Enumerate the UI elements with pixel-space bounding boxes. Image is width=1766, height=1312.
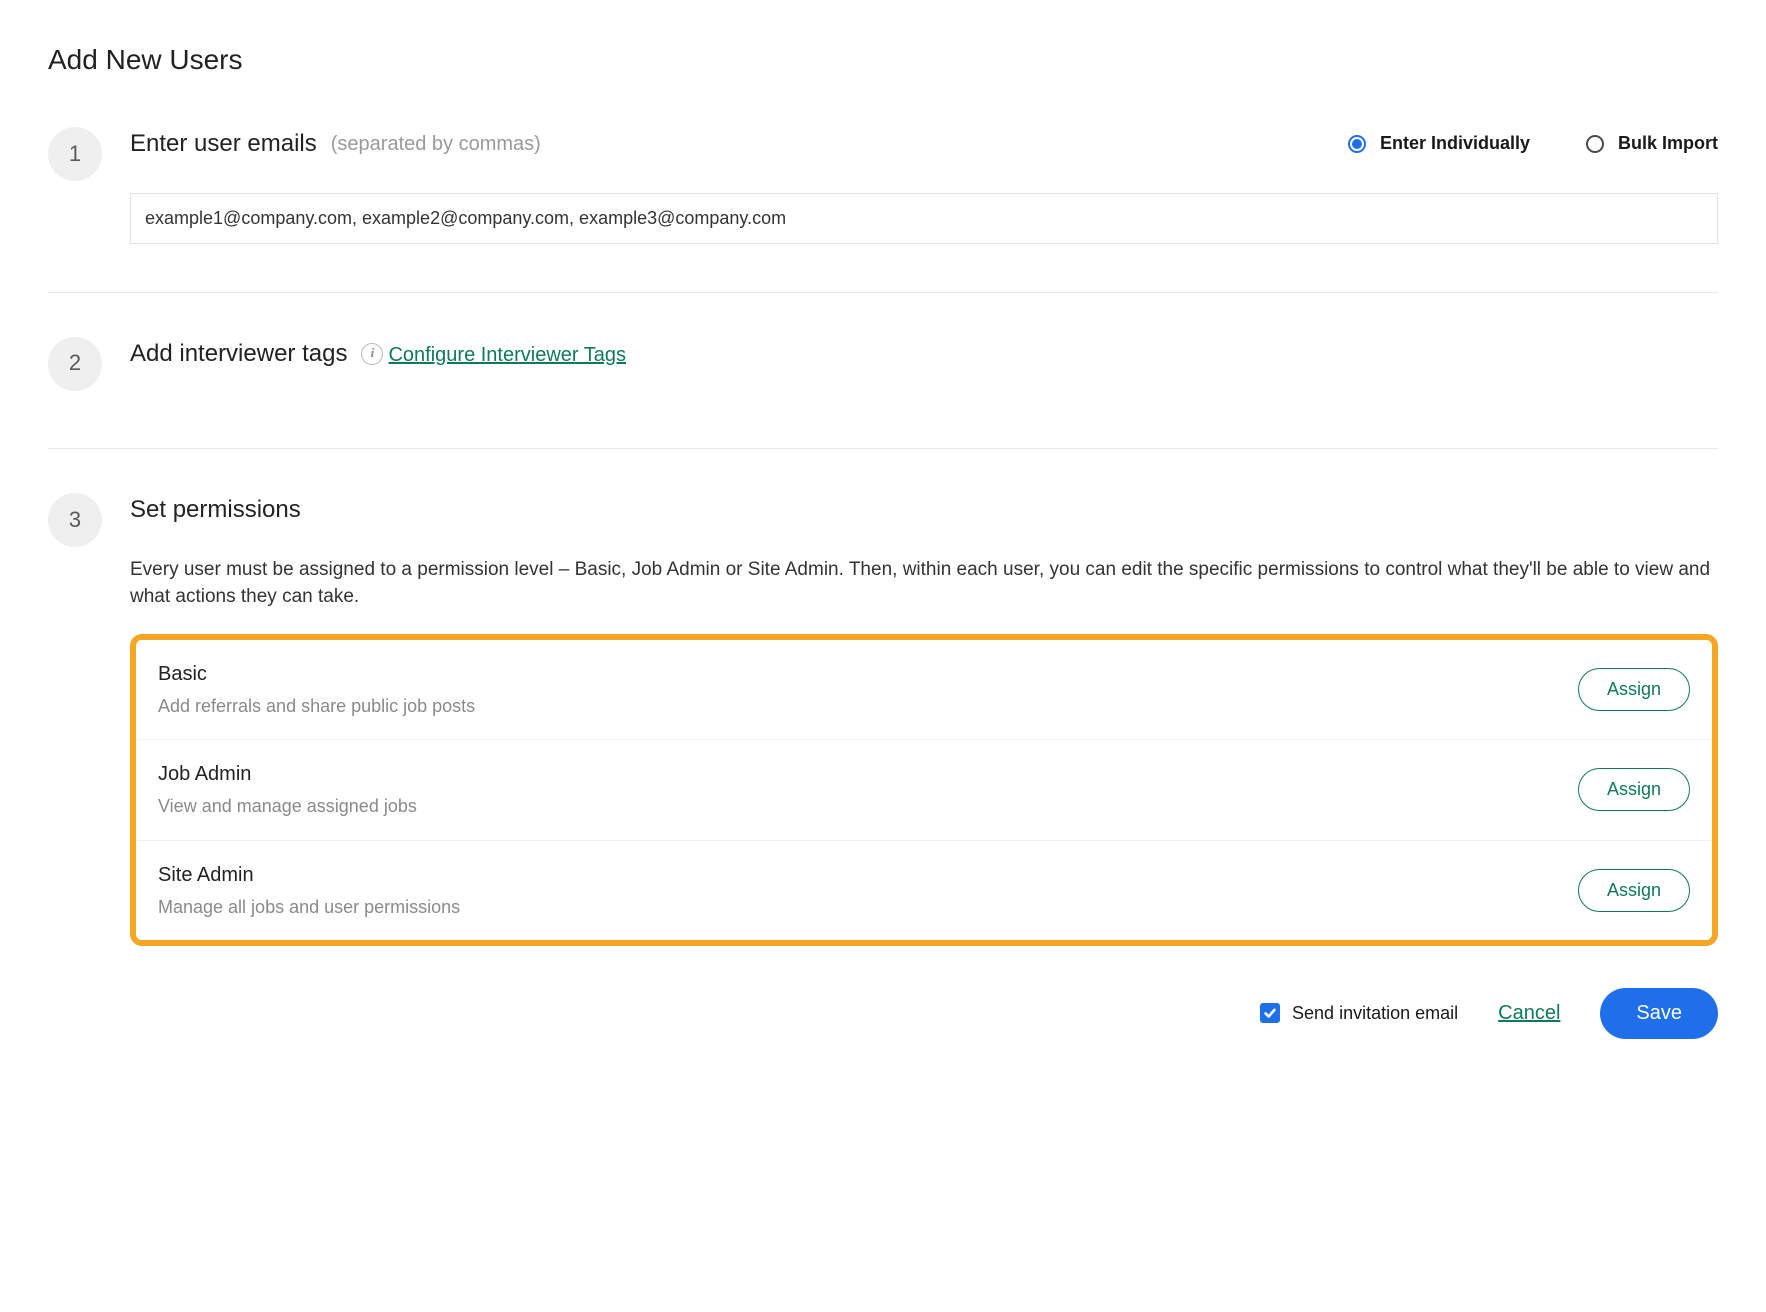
step-1-hint: (separated by commas) [331, 130, 541, 158]
footer-actions: Send invitation email Cancel Save [130, 946, 1718, 1039]
step-3-title: Set permissions [130, 493, 301, 527]
step-set-permissions: 3 Set permissions Every user must be ass… [48, 493, 1718, 1038]
permission-name: Job Admin [158, 760, 417, 788]
permission-desc: Add referrals and share public job posts [158, 694, 475, 719]
step-2-title: Add interviewer tags i [130, 337, 383, 371]
checkbox-checked-icon [1260, 1003, 1280, 1023]
step-number-3: 3 [48, 493, 102, 547]
send-invitation-checkbox[interactable]: Send invitation email [1260, 1001, 1458, 1026]
configure-interviewer-tags-link[interactable]: Configure Interviewer Tags [388, 344, 626, 366]
step-2-title-text: Add interviewer tags [130, 337, 347, 371]
page-title: Add New Users [48, 40, 1718, 79]
step-number-1: 1 [48, 127, 102, 181]
permission-levels-list: Basic Add referrals and share public job… [130, 634, 1718, 946]
step-interviewer-tags: 2 Add interviewer tags i Configure Inter… [48, 337, 1718, 449]
permission-name: Site Admin [158, 861, 460, 889]
assign-site-admin-button[interactable]: Assign [1578, 869, 1690, 912]
radio-dot-selected-icon [1348, 135, 1366, 153]
step-1-title: Enter user emails (separated by commas) [130, 127, 541, 161]
email-mode-radio-group: Enter Individually Bulk Import [1348, 131, 1718, 156]
permission-row-basic: Basic Add referrals and share public job… [136, 640, 1712, 740]
permission-desc: View and manage assigned jobs [158, 794, 417, 819]
assign-job-admin-button[interactable]: Assign [1578, 768, 1690, 811]
send-invitation-label: Send invitation email [1292, 1001, 1458, 1026]
step-1-title-text: Enter user emails [130, 127, 317, 161]
step-number-2: 2 [48, 337, 102, 391]
radio-bulk-import[interactable]: Bulk Import [1586, 131, 1718, 156]
radio-dot-empty-icon [1586, 135, 1604, 153]
save-button[interactable]: Save [1600, 988, 1718, 1039]
cancel-button[interactable]: Cancel [1498, 999, 1560, 1027]
radio-enter-individually[interactable]: Enter Individually [1348, 131, 1530, 156]
permission-row-site-admin: Site Admin Manage all jobs and user perm… [136, 841, 1712, 940]
permissions-description: Every user must be assigned to a permiss… [130, 557, 1718, 610]
permission-row-job-admin: Job Admin View and manage assigned jobs … [136, 740, 1712, 840]
step-3-title-text: Set permissions [130, 493, 301, 527]
permission-name: Basic [158, 660, 475, 688]
divider [48, 292, 1718, 293]
user-emails-input[interactable] [130, 193, 1718, 244]
divider [48, 448, 1718, 449]
assign-basic-button[interactable]: Assign [1578, 668, 1690, 711]
step-enter-emails: 1 Enter user emails (separated by commas… [48, 127, 1718, 292]
info-icon[interactable]: i [361, 343, 383, 365]
radio-bulk-import-label: Bulk Import [1618, 131, 1718, 156]
permission-desc: Manage all jobs and user permissions [158, 895, 460, 920]
radio-enter-individually-label: Enter Individually [1380, 131, 1530, 156]
